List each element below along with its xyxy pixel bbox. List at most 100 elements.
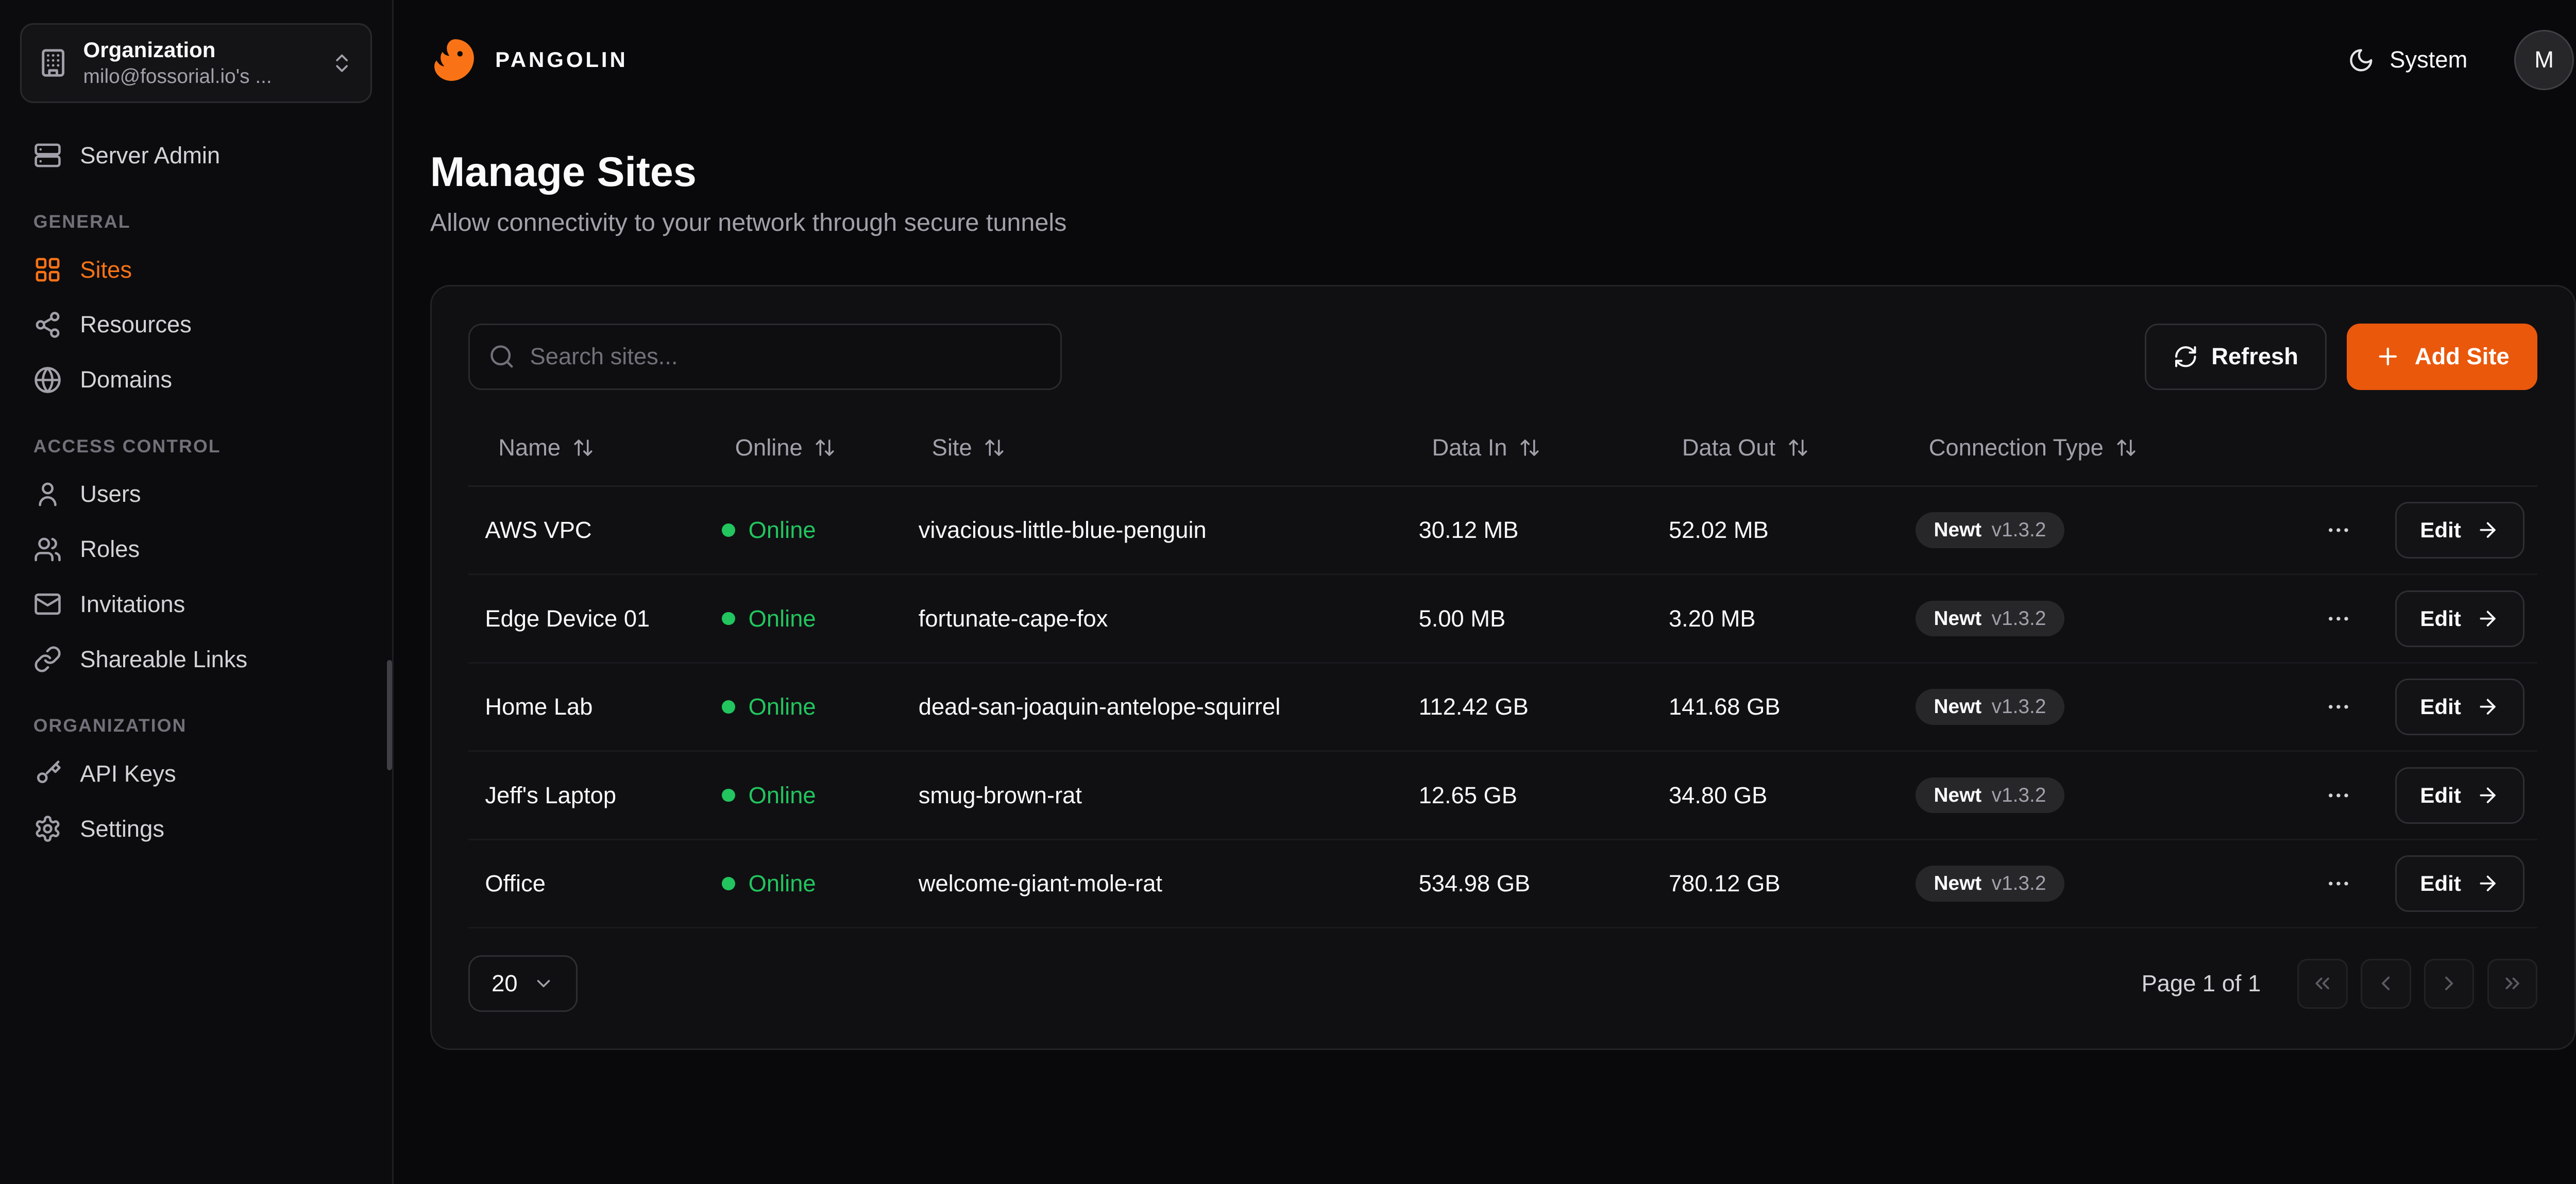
add-site-button[interactable]: Add Site (2347, 324, 2538, 390)
sites-table: Name Online Site Data In (468, 410, 2537, 928)
connection-type-cell: Newtv1.3.2 (1916, 866, 2302, 902)
column-header-site[interactable]: Site (919, 434, 1419, 461)
online-dot-icon (722, 789, 735, 802)
page-size-select[interactable]: 20 (468, 955, 578, 1012)
row-menu-button[interactable] (2318, 599, 2359, 639)
site-slug: vivacious-little-blue-penguin (919, 517, 1419, 544)
site-slug: fortunate-cape-fox (919, 605, 1419, 632)
column-header-name[interactable]: Name (468, 434, 722, 461)
column-header-online[interactable]: Online (722, 434, 919, 461)
sort-icon (1519, 437, 1540, 459)
sidebar-item-resources[interactable]: Resources (20, 299, 372, 350)
connection-badge: Newtv1.3.2 (1916, 601, 2064, 637)
sidebar-item-settings[interactable]: Settings (20, 803, 372, 854)
data-in: 30.12 MB (1419, 517, 1669, 544)
edit-button[interactable]: Edit (2395, 855, 2524, 912)
sidebar-item-label: Sites (80, 257, 132, 283)
arrow-right-icon (2476, 695, 2499, 718)
page-subtitle: Allow connectivity to your network throu… (430, 208, 2574, 237)
table-row: Home Lab Online dead-san-joaquin-antelop… (468, 664, 2537, 752)
edit-button[interactable]: Edit (2395, 767, 2524, 824)
chevrons-right-icon (2501, 972, 2524, 995)
org-subtitle: milo@fossorial.io's ... (83, 64, 316, 90)
chevrons-left-icon (2311, 972, 2334, 995)
sidebar-item-roles[interactable]: Roles (20, 523, 372, 575)
sidebar-item-label: Roles (80, 536, 140, 563)
last-page-button[interactable] (2487, 959, 2537, 1009)
row-actions: Edit (2302, 767, 2538, 824)
data-out: 3.20 MB (1669, 605, 1916, 632)
globe-icon (33, 366, 62, 394)
users-icon (33, 535, 62, 564)
column-header-data-in[interactable]: Data In (1419, 434, 1669, 461)
edit-button[interactable]: Edit (2395, 590, 2524, 647)
sidebar-item-invitations[interactable]: Invitations (20, 579, 372, 630)
topbar-right: System M (2335, 30, 2574, 90)
site-slug: dead-san-joaquin-antelope-squirrel (919, 694, 1419, 720)
column-header-connection-type[interactable]: Connection Type (1916, 434, 2302, 461)
next-page-button[interactable] (2424, 959, 2474, 1009)
search-input[interactable] (468, 324, 1062, 390)
share-nodes-icon (33, 311, 62, 339)
sidebar-item-label: Resources (80, 311, 192, 338)
edit-button[interactable]: Edit (2395, 502, 2524, 559)
brand: PANGOLIN (430, 35, 628, 85)
edit-button[interactable]: Edit (2395, 679, 2524, 735)
data-in: 534.98 GB (1419, 870, 1669, 897)
sort-icon (2115, 437, 2137, 459)
theme-toggle-button[interactable]: System (2335, 37, 2481, 83)
org-text: Organization milo@fossorial.io's ... (83, 37, 316, 90)
column-header-data-out[interactable]: Data Out (1669, 434, 1916, 461)
sidebar-item-server-admin[interactable]: Server Admin (20, 129, 372, 181)
connection-badge: Newtv1.3.2 (1916, 866, 2064, 902)
sidebar-item-label: Invitations (80, 591, 185, 618)
server-icon (33, 141, 62, 170)
site-slug: smug-brown-rat (919, 782, 1419, 809)
sidebar-item-sites[interactable]: Sites (20, 244, 372, 296)
row-menu-button[interactable] (2318, 775, 2359, 816)
sites-panel: Refresh Add Site Name (430, 285, 2576, 1050)
moon-icon (2348, 47, 2375, 74)
key-icon (33, 759, 62, 788)
sidebar-scrollbar-thumb[interactable] (387, 660, 392, 770)
first-page-button[interactable] (2297, 959, 2347, 1009)
sidebar-item-shareable-links[interactable]: Shareable Links (20, 633, 372, 685)
data-in: 5.00 MB (1419, 605, 1669, 632)
site-status: Online (722, 870, 919, 897)
connection-type-cell: Newtv1.3.2 (1916, 512, 2302, 548)
prev-page-button[interactable] (2361, 959, 2411, 1009)
site-slug: welcome-giant-mole-rat (919, 870, 1419, 897)
data-out: 141.68 GB (1669, 694, 1916, 720)
main-content: PANGOLIN System M Manage Sites Allow con… (394, 0, 2576, 1184)
row-menu-button[interactable] (2318, 687, 2359, 727)
connection-type-cell: Newtv1.3.2 (1916, 601, 2302, 637)
arrow-right-icon (2476, 872, 2499, 895)
building-icon (38, 48, 68, 78)
brand-name: PANGOLIN (495, 47, 628, 72)
mail-icon (33, 590, 62, 618)
row-menu-button[interactable] (2318, 864, 2359, 904)
sidebar-item-api-keys[interactable]: API Keys (20, 748, 372, 800)
arrow-right-icon (2476, 784, 2499, 807)
refresh-button[interactable]: Refresh (2145, 324, 2327, 390)
status-label: Online (749, 605, 816, 632)
table-row: Edge Device 01 Online fortunate-cape-fox… (468, 575, 2537, 664)
connection-badge: Newtv1.3.2 (1916, 777, 2064, 814)
pagination: Page 1 of 1 (2142, 959, 2538, 1009)
connection-type-cell: Newtv1.3.2 (1916, 777, 2302, 814)
search-icon (488, 343, 515, 370)
grid-icon (33, 256, 62, 284)
page-info: Page 1 of 1 (2142, 970, 2261, 997)
page-title: Manage Sites (430, 148, 2574, 196)
arrow-right-icon (2476, 518, 2499, 542)
org-selector[interactable]: Organization milo@fossorial.io's ... (20, 23, 372, 103)
table-header-row: Name Online Site Data In (468, 410, 2537, 487)
section-label-access-control: ACCESS CONTROL (33, 436, 359, 457)
section-label-organization: ORGANIZATION (33, 715, 359, 736)
avatar[interactable]: M (2514, 30, 2574, 90)
row-menu-button[interactable] (2318, 510, 2359, 550)
sidebar-item-users[interactable]: Users (20, 468, 372, 520)
chevron-down-icon (533, 973, 554, 994)
sidebar-item-label: API Keys (80, 760, 176, 787)
sidebar-item-domains[interactable]: Domains (20, 354, 372, 405)
